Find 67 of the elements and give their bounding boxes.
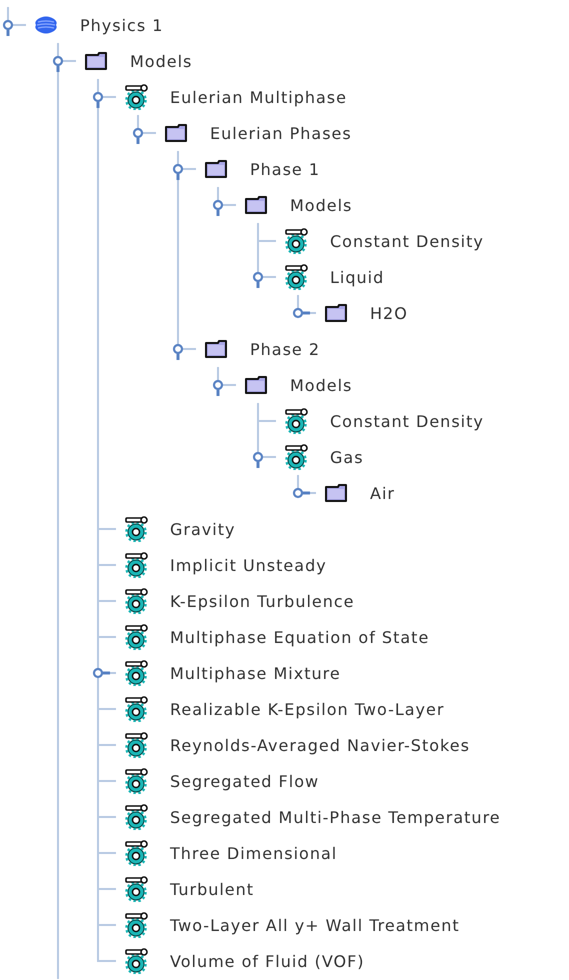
tree-item-label[interactable]: Three Dimensional: [170, 844, 338, 862]
gear-wrench-icon: [123, 516, 149, 542]
gear-wrench-icon: [123, 732, 149, 758]
tree-item-label[interactable]: Phase 2: [250, 340, 320, 358]
gear-wrench-icon: [283, 264, 309, 290]
tree-item-label[interactable]: Gas: [330, 448, 364, 466]
expanded-handle-icon[interactable]: [212, 379, 224, 397]
tree-item-label[interactable]: Segregated Flow: [170, 772, 320, 790]
folder-icon: [245, 376, 267, 394]
collapsed-handle-icon[interactable]: [292, 307, 310, 319]
expanded-handle-icon[interactable]: [2, 19, 14, 37]
gear-wrench-icon: [283, 228, 309, 254]
tree-item-label[interactable]: Multiphase Mixture: [170, 664, 341, 682]
folder-icon: [325, 304, 347, 322]
tree-item-label[interactable]: Constant Density: [330, 232, 484, 250]
gear-wrench-icon: [123, 660, 149, 686]
tree-item-label[interactable]: K-Epsilon Turbulence: [170, 592, 355, 610]
tree-item-label[interactable]: Multiphase Equation of State: [170, 628, 430, 646]
expanded-handle-icon[interactable]: [52, 55, 64, 73]
tree-item-label[interactable]: Liquid: [330, 268, 384, 286]
tree-item-label[interactable]: Reynolds-Averaged Navier-Stokes: [170, 736, 470, 754]
gear-wrench-icon: [283, 408, 309, 434]
tree-item-label[interactable]: Implicit Unsteady: [170, 556, 327, 574]
tree-item-label[interactable]: H2O: [370, 304, 408, 322]
tree-item-label[interactable]: Eulerian Multiphase: [170, 88, 347, 106]
tree-item-label[interactable]: Models: [290, 376, 352, 394]
tree-item-label[interactable]: Realizable K-Epsilon Two-Layer: [170, 700, 444, 718]
tree-item-label[interactable]: Two-Layer All y+ Wall Treatment: [170, 916, 460, 934]
gear-wrench-icon: [123, 552, 149, 578]
gear-wrench-icon: [123, 912, 149, 938]
gear-wrench-icon: [123, 588, 149, 614]
collapsed-handle-icon[interactable]: [92, 667, 110, 679]
folder-icon: [165, 124, 187, 142]
gear-wrench-icon: [123, 696, 149, 722]
tree-item-label[interactable]: Air: [370, 484, 395, 502]
tree-item-label[interactable]: Volume of Fluid (VOF): [170, 952, 365, 970]
folder-icon: [205, 340, 227, 358]
gear-wrench-icon: [123, 840, 149, 866]
expanded-handle-icon[interactable]: [132, 127, 144, 145]
gear-wrench-icon: [123, 948, 149, 974]
expanded-handle-icon[interactable]: [172, 163, 184, 181]
expanded-handle-icon[interactable]: [172, 343, 184, 361]
folder-icon: [205, 160, 227, 178]
gear-wrench-icon: [123, 804, 149, 830]
gear-wrench-icon: [123, 624, 149, 650]
tree-item-label[interactable]: Phase 1: [250, 160, 320, 178]
expanded-handle-icon[interactable]: [92, 91, 104, 109]
folder-icon: [85, 52, 107, 70]
expanded-handle-icon[interactable]: [252, 271, 264, 289]
expanded-handle-icon[interactable]: [252, 451, 264, 469]
gear-wrench-icon: [123, 768, 149, 794]
tree-item-label[interactable]: Turbulent: [170, 880, 254, 898]
tree-item-label[interactable]: Physics 1: [80, 16, 164, 34]
folder-icon: [245, 196, 267, 214]
tree-item-label[interactable]: Models: [130, 52, 192, 70]
collapsed-handle-icon[interactable]: [292, 487, 310, 499]
tree-item-label[interactable]: Gravity: [170, 520, 236, 538]
tree-item-label[interactable]: Segregated Multi-Phase Temperature: [170, 808, 501, 826]
globe-icon: [34, 15, 58, 35]
gear-wrench-icon: [123, 84, 149, 110]
tree-item-label[interactable]: Models: [290, 196, 352, 214]
gear-wrench-icon: [283, 444, 309, 470]
gear-wrench-icon: [123, 876, 149, 902]
tree-item-label[interactable]: Constant Density: [330, 412, 484, 430]
folder-icon: [325, 484, 347, 502]
expanded-handle-icon[interactable]: [212, 199, 224, 217]
tree-item-label[interactable]: Eulerian Phases: [210, 124, 352, 142]
